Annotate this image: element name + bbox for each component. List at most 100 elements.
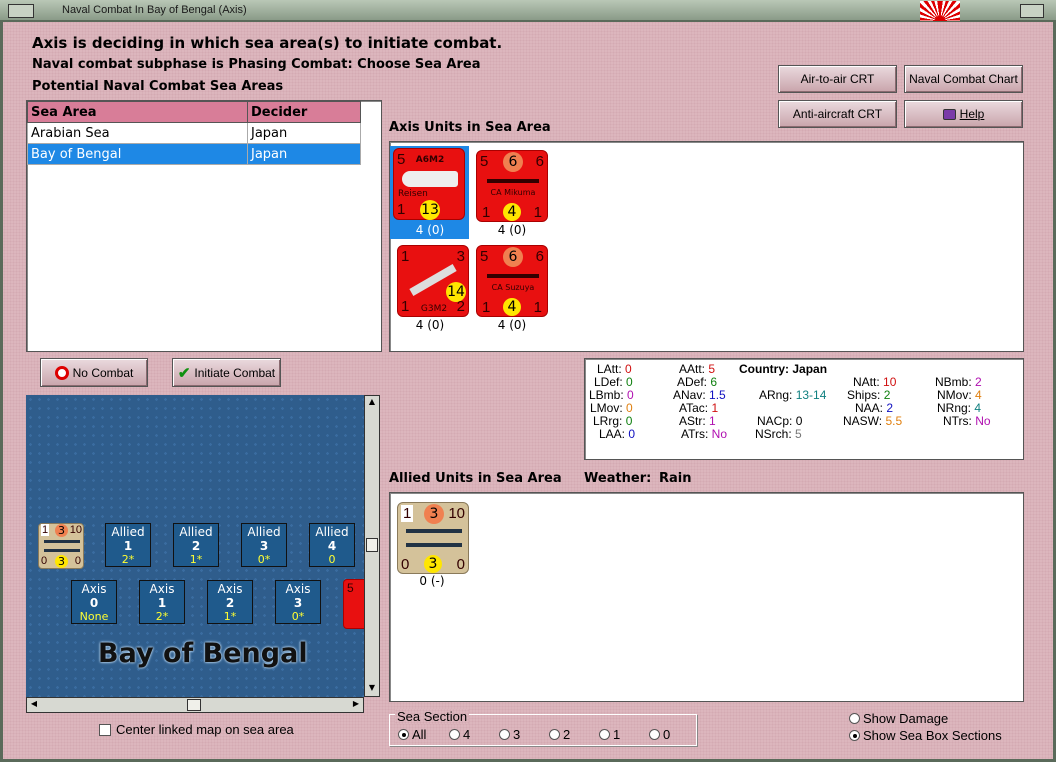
map-allied-stack[interactable]: 1 3 10 0 3 0 (38, 523, 84, 569)
horizontal-scroll-thumb[interactable] (187, 699, 201, 711)
radio-all[interactable]: All (398, 727, 426, 742)
column-header-sea-area[interactable]: Sea Area (27, 101, 248, 123)
anti-aircraft-crt-button[interactable]: Anti-aircraft CRT (778, 100, 897, 128)
radio-section-3[interactable]: 3 (499, 727, 520, 742)
center-linked-checkbox[interactable]: Center linked map on sea area (99, 722, 294, 737)
system-menu-icon[interactable] (8, 4, 34, 18)
checkbox-box[interactable] (99, 723, 111, 736)
column-header-decider[interactable]: Decider (247, 101, 361, 123)
radio-dot[interactable] (599, 729, 610, 740)
stat-lbmb: LBmb: 0 (589, 388, 634, 402)
window-title: Naval Combat In Bay of Bengal (Axis) (62, 4, 247, 16)
counter-value: 10 (69, 524, 82, 536)
axis-units-panel: 5 A6M2 Reisen 1 13 4 (0) 5 6 6 CA Mikuma… (389, 141, 1024, 352)
counter-value: 1 (482, 204, 491, 221)
box-value: 1* (223, 610, 237, 623)
axis-unit-ca-suzuya[interactable]: 5 6 6 CA Suzuya 1 4 1 (476, 245, 548, 317)
no-combat-button[interactable]: No Combat (40, 358, 148, 387)
sea-box-axis-0[interactable]: Axis 0 None (71, 580, 117, 624)
box-value: None (79, 610, 109, 623)
radio-section-2[interactable]: 2 (549, 727, 570, 742)
sea-area-table-panel: Sea Area Decider Arabian Sea Japan Bay o… (26, 100, 382, 352)
radio-dot[interactable] (849, 730, 860, 741)
sea-box-axis-3[interactable]: Axis 3 0* (275, 580, 321, 624)
radio-section-4[interactable]: 4 (449, 727, 470, 742)
stat-latt: LAtt: 0 (597, 362, 632, 376)
sea-box-allied-4[interactable]: Allied 4 0 (309, 523, 355, 567)
counter-value: 1 (397, 201, 406, 218)
sea-box-axis-2[interactable]: Axis 2 1* (207, 580, 253, 624)
box-side: Allied (179, 525, 213, 539)
stat-ships: Ships: 2 (847, 388, 891, 402)
map-horizontal-scrollbar[interactable]: ◀ ▶ (26, 697, 364, 713)
title-bar: Naval Combat In Bay of Bengal (Axis) (0, 0, 1056, 22)
radio-dot[interactable] (849, 713, 860, 724)
map-axis-stack[interactable]: 5 (343, 579, 364, 629)
scroll-up-icon[interactable]: ▲ (366, 397, 378, 409)
radio-dot[interactable] (499, 729, 510, 740)
sea-box-allied-2[interactable]: Allied 2 1* (173, 523, 219, 567)
counter-circle-value: 3 (55, 524, 68, 537)
air-to-air-crt-button[interactable]: Air-to-air CRT (778, 65, 897, 93)
stat-adef: ADef: 6 (677, 375, 718, 389)
show-damage-radio[interactable]: Show Damage (849, 711, 948, 726)
allied-units-panel: 1 3 10 0 3 0 0 (-) (389, 492, 1024, 702)
show-sea-box-sections-radio[interactable]: Show Sea Box Sections (849, 728, 1002, 743)
vertical-scroll-thumb[interactable] (366, 538, 378, 552)
radio-dot[interactable] (449, 729, 460, 740)
show-sections-label: Show Sea Box Sections (863, 728, 1002, 743)
stat-atrs: ATrs: No (681, 427, 728, 441)
sea-box-allied-3[interactable]: Allied 3 0* (241, 523, 287, 567)
ship-icon (44, 549, 80, 552)
sea-area-cell: Bay of Bengal (27, 143, 248, 165)
axis-unit-g3m2[interactable]: 1 3 14 1 G3M2 2 (397, 245, 469, 317)
axis-unit-ca-mikuma[interactable]: 5 6 6 CA Mikuma 1 4 1 (476, 150, 548, 222)
stat-nacp: NACp: 0 (757, 414, 803, 428)
rising-sun-flag-icon (920, 1, 960, 21)
radio-dot[interactable] (549, 729, 560, 740)
stat-lmov: LMov: 0 (590, 401, 633, 415)
scroll-right-icon[interactable]: ▶ (350, 699, 362, 711)
stat-arng: ARng: 13-14 (759, 388, 827, 402)
sea-area-map[interactable]: 1 3 10 0 3 0 Allied 1 2* Allied 2 1* Allied 3… (26, 395, 364, 697)
unit-label: 4 (0) (497, 318, 527, 332)
box-value: 2* (121, 553, 135, 566)
counter-circle-value: 3 (55, 555, 68, 568)
radio-section-1[interactable]: 1 (599, 727, 620, 742)
box-number: 2 (225, 596, 235, 610)
sea-area-table: Sea Area Decider Arabian Sea Japan Bay o… (27, 101, 361, 165)
weather-value: Rain (659, 471, 692, 486)
unit-label: 4 (0) (415, 223, 445, 237)
counter-name: CA Mikuma (490, 188, 536, 197)
ship-icon (406, 543, 462, 547)
counter-value: 2 (456, 298, 465, 315)
initiate-combat-button[interactable]: ✔ Initiate Combat (172, 358, 281, 387)
axis-unit-a6m2[interactable]: 5 A6M2 Reisen 1 13 (393, 148, 465, 220)
allied-unit-stack[interactable]: 1 3 10 0 3 0 (397, 502, 469, 574)
counter-value: 5 (480, 153, 489, 170)
box-value: 0 (328, 553, 336, 566)
scroll-down-icon[interactable]: ▼ (366, 683, 378, 695)
table-caption: Potential Naval Combat Sea Areas (32, 79, 284, 94)
radio-label: 2 (563, 727, 571, 742)
unit-label: 4 (0) (497, 223, 527, 237)
box-side: Axis (217, 582, 243, 596)
help-label: Help (959, 107, 985, 121)
sea-box-allied-1[interactable]: Allied 1 2* (105, 523, 151, 567)
sea-box-axis-1[interactable]: Axis 1 2* (139, 580, 185, 624)
table-row-selected[interactable]: Bay of Bengal Japan (27, 143, 361, 165)
sea-area-cell: Arabian Sea (27, 122, 248, 144)
radio-dot[interactable] (649, 729, 660, 740)
weather-label: Weather: (584, 471, 652, 486)
counter-circle-value: 13 (420, 200, 440, 220)
help-button[interactable]: Help (904, 100, 1023, 128)
close-icon[interactable] (1020, 4, 1044, 18)
radio-section-0[interactable]: 0 (649, 727, 670, 742)
counter-value: 6 (535, 248, 544, 265)
map-vertical-scrollbar[interactable]: ▲ ▼ (364, 395, 380, 697)
scroll-left-icon[interactable]: ◀ (28, 699, 40, 711)
box-value: 0* (257, 553, 271, 566)
table-row[interactable]: Arabian Sea Japan (27, 122, 361, 144)
naval-combat-chart-button[interactable]: Naval Combat Chart (904, 65, 1023, 93)
radio-dot[interactable] (398, 729, 409, 740)
